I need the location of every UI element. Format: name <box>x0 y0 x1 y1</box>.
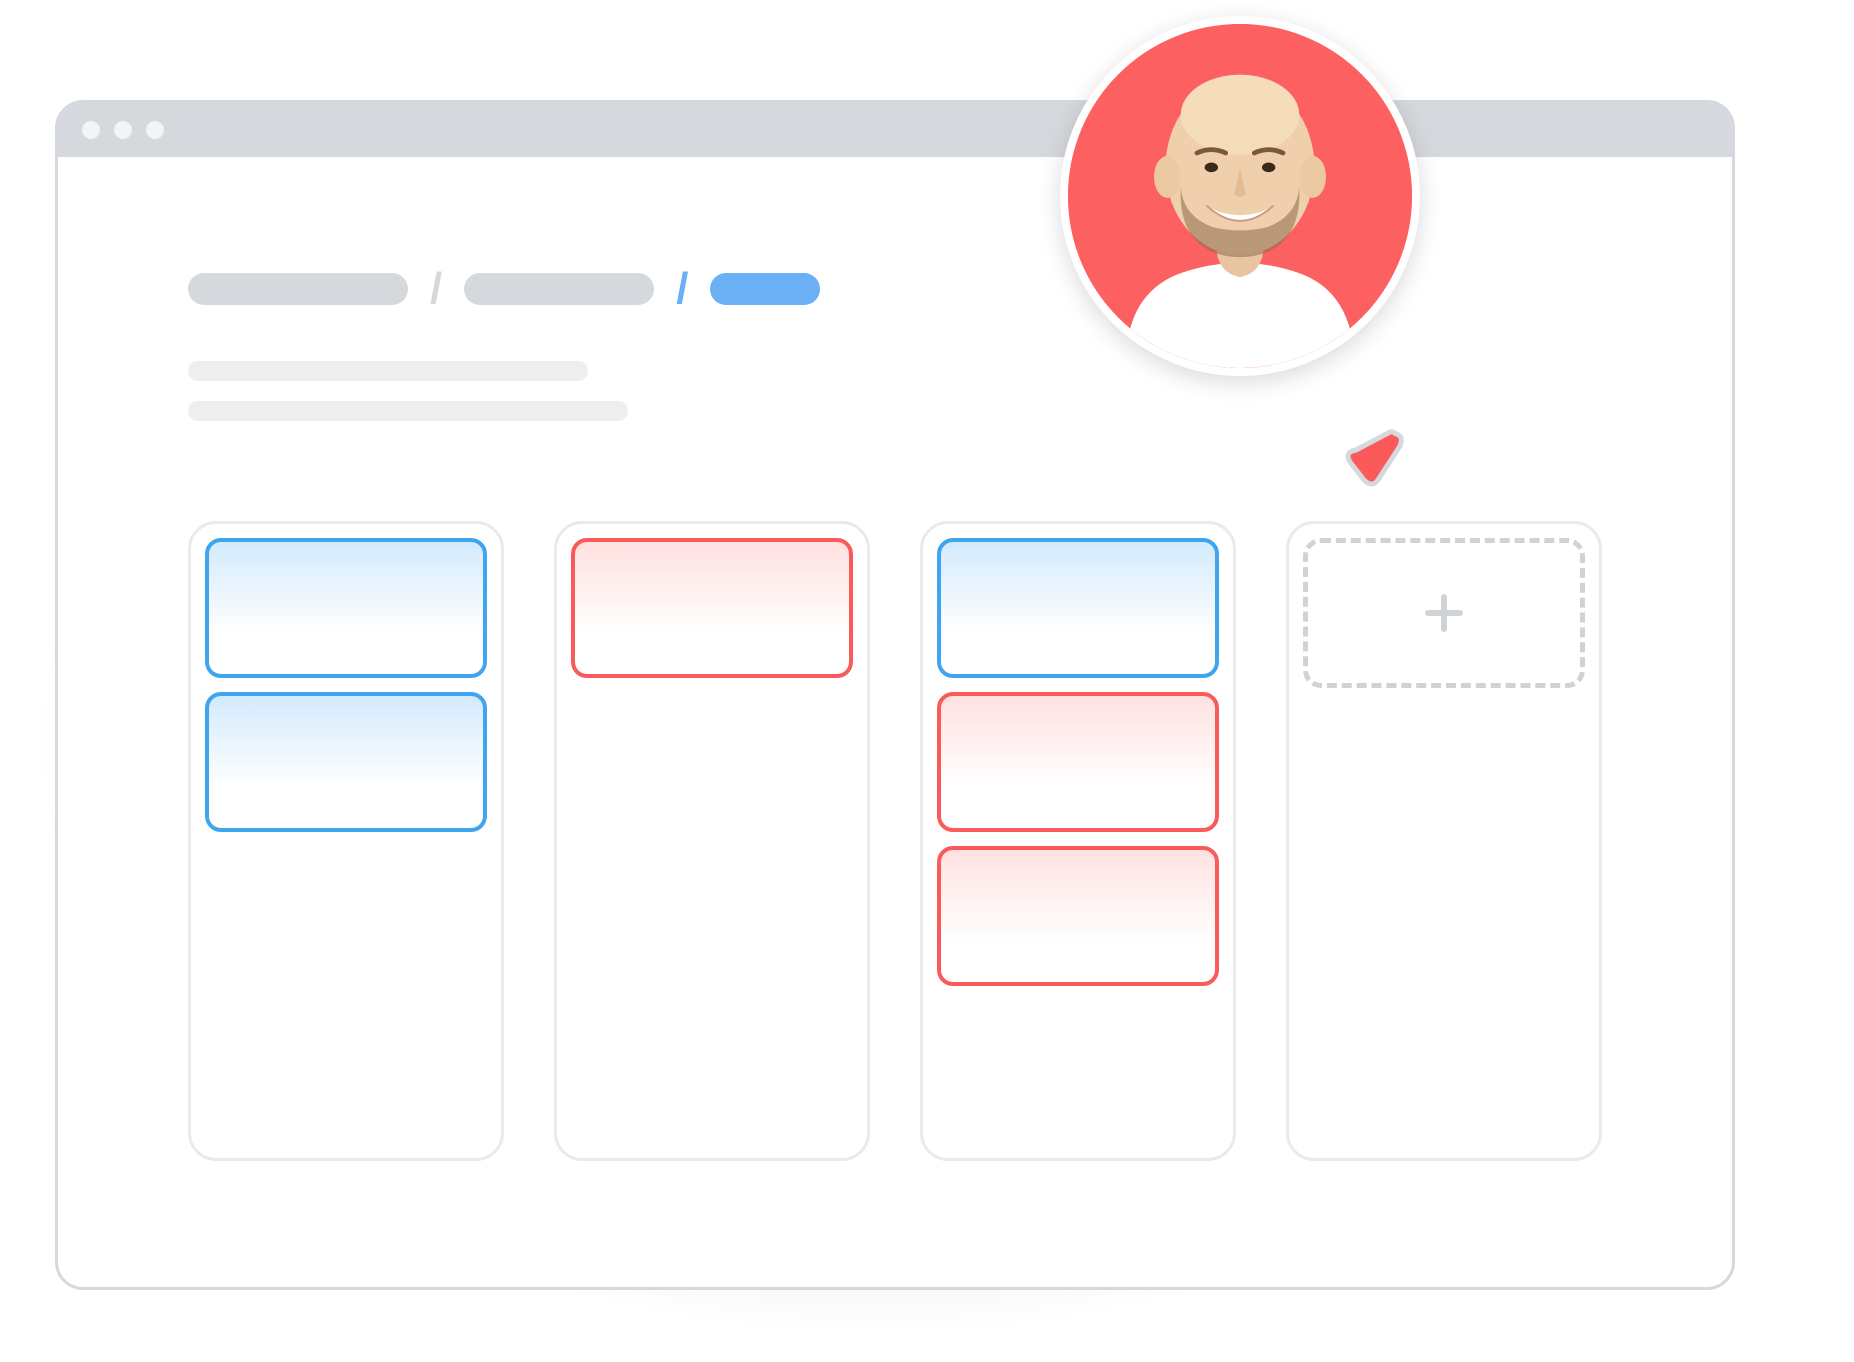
page-description <box>188 361 1602 421</box>
board-column-2[interactable] <box>554 521 870 1161</box>
description-line-1 <box>188 361 588 381</box>
avatar-image <box>1068 24 1412 368</box>
breadcrumb-separator-active: / <box>676 267 688 311</box>
window-control-maximize[interactable] <box>146 121 164 139</box>
add-card-placeholder[interactable] <box>1303 538 1585 688</box>
app-window: / / <box>55 100 1735 1290</box>
window-content: / / <box>58 157 1732 1161</box>
window-control-minimize[interactable] <box>114 121 132 139</box>
board-card[interactable] <box>937 692 1219 832</box>
board-card[interactable] <box>937 846 1219 986</box>
board-card[interactable] <box>571 538 853 678</box>
board-column-add[interactable] <box>1286 521 1602 1161</box>
window-titlebar <box>58 103 1732 157</box>
board-column-3[interactable] <box>920 521 1236 1161</box>
collaborator-cursor-icon <box>1338 418 1410 490</box>
description-line-2 <box>188 401 628 421</box>
board-column-1[interactable] <box>188 521 504 1161</box>
user-avatar[interactable] <box>1060 16 1420 376</box>
kanban-board <box>188 521 1602 1161</box>
breadcrumb-segment-2[interactable] <box>464 273 654 305</box>
plus-icon <box>1420 589 1468 637</box>
breadcrumb-separator: / <box>430 267 442 311</box>
board-card[interactable] <box>205 692 487 832</box>
board-card[interactable] <box>205 538 487 678</box>
breadcrumb-segment-current[interactable] <box>710 273 820 305</box>
board-card[interactable] <box>937 538 1219 678</box>
window-control-close[interactable] <box>82 121 100 139</box>
breadcrumb-segment-1[interactable] <box>188 273 408 305</box>
